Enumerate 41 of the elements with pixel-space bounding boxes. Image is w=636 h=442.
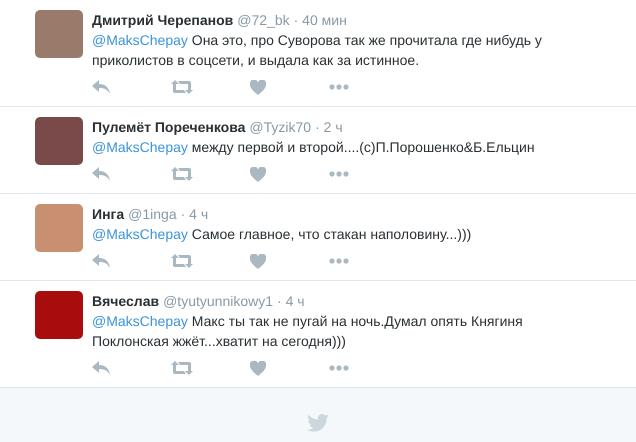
mention-link[interactable]: @MaksChepay: [92, 226, 188, 242]
heart-icon[interactable]: [250, 254, 266, 268]
reply-icon[interactable]: [92, 80, 110, 94]
mention-link[interactable]: @MaksChepay: [92, 32, 188, 48]
author-handle[interactable]: @72_bk: [237, 10, 290, 30]
reply-icon[interactable]: [92, 167, 110, 181]
author-handle[interactable]: @Tyzik70: [249, 117, 312, 137]
heart-icon[interactable]: [250, 166, 266, 182]
avatar-image[interactable]: [35, 10, 83, 58]
tweet-text: @MaksChepay Самое главное, что стакан наполовину...))): [92, 225, 472, 244]
retweet-icon[interactable]: [171, 80, 193, 94]
more-icon[interactable]: [329, 171, 349, 177]
tweet-text: @MaksChepay Макс ты так не пугай на ночь.Думал опять Княгиня Поклонская жжёт...хватит на сегодня))): [92, 312, 524, 351]
author-handle[interactable]: @1inga: [128, 204, 177, 224]
heart-icon[interactable]: [250, 80, 266, 94]
avatar-image[interactable]: [35, 204, 83, 252]
more-icon[interactable]: [329, 84, 349, 90]
tweet-time[interactable]: · 2 ч: [315, 117, 343, 137]
retweet-icon[interactable]: [171, 254, 193, 268]
tweet-time[interactable]: · 4 ч: [180, 204, 208, 224]
tweet-text: @MaksChepay Она это, про Суворова так же прочитала где нибудь у приколистов в соцсети, и выдала как за истинное.: [92, 31, 543, 70]
author-name[interactable]: Вячеслав: [92, 291, 160, 311]
retweet-icon[interactable]: [171, 361, 193, 375]
reply-icon[interactable]: [92, 254, 110, 268]
author-handle[interactable]: @tyutyunnikowy1: [163, 291, 274, 311]
author-name[interactable]: Пулемёт Пореченкова: [92, 117, 246, 137]
heart-icon[interactable]: [250, 360, 266, 376]
more-icon[interactable]: [329, 258, 349, 264]
tweet-time[interactable]: · 4 ч: [277, 291, 305, 311]
avatar-image[interactable]: [35, 117, 83, 165]
bird-icon: [307, 414, 329, 432]
author-name[interactable]: Инга: [92, 204, 124, 224]
mention-link[interactable]: @MaksChepay: [92, 313, 188, 329]
tweet-time[interactable]: · 40 мин: [294, 10, 347, 30]
author-name[interactable]: Дмитрий Черепанов: [92, 10, 234, 30]
more-icon[interactable]: [329, 365, 349, 371]
avatar-image[interactable]: [35, 291, 83, 339]
mention-link[interactable]: @MaksChepay: [92, 139, 188, 155]
reply-icon[interactable]: [92, 361, 110, 375]
retweet-icon[interactable]: [171, 167, 193, 181]
tweet-text: @MaksChepay между первой и второй....(с)П.Порошенко&Б.Ельцин: [92, 138, 536, 157]
